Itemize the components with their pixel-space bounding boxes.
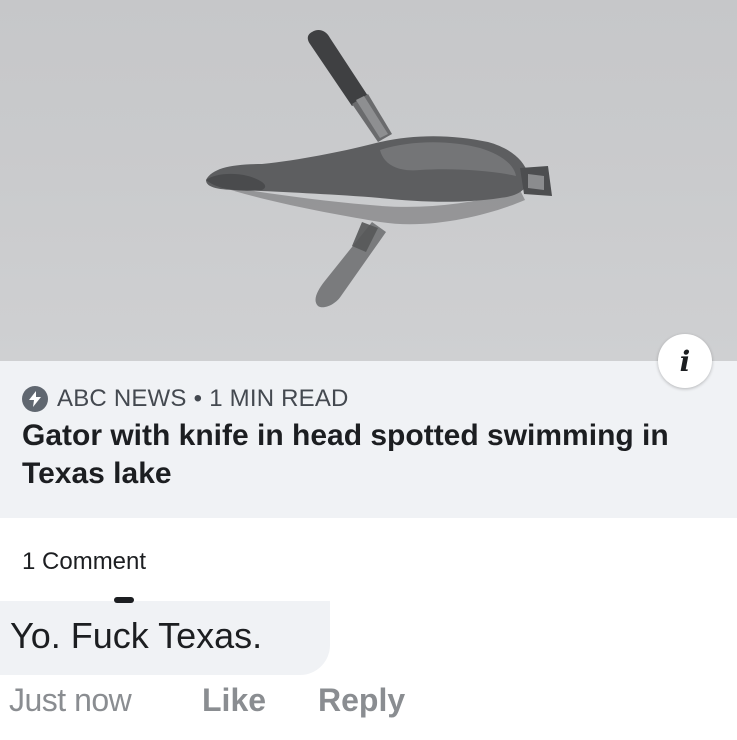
- comment-bubble: Yo. Fuck Texas.: [0, 597, 330, 675]
- commenter-name-fragment: [114, 597, 134, 603]
- source-name: ABC NEWS: [57, 385, 187, 412]
- comment-text: Yo. Fuck Texas.: [10, 615, 263, 656]
- link-preview[interactable]: ABC NEWS • 1 MIN READ Gator with knife i…: [0, 361, 737, 518]
- alligator-photo: [206, 30, 552, 308]
- comment-actions: Just now Like Reply: [0, 682, 737, 722]
- bolt-icon: [22, 386, 48, 412]
- comment-count[interactable]: 1 Comment: [22, 548, 146, 576]
- post-image[interactable]: [0, 0, 737, 361]
- comment-timestamp[interactable]: Just now: [9, 682, 132, 719]
- read-time: 1 MIN READ: [209, 385, 349, 412]
- source-row: ABC NEWS • 1 MIN READ: [22, 385, 349, 413]
- source-separator: •: [193, 385, 203, 412]
- article-headline[interactable]: Gator with knife in head spotted swimmin…: [22, 417, 712, 493]
- info-icon[interactable]: i: [658, 334, 712, 388]
- like-button[interactable]: Like: [202, 682, 266, 719]
- reply-button[interactable]: Reply: [318, 682, 405, 719]
